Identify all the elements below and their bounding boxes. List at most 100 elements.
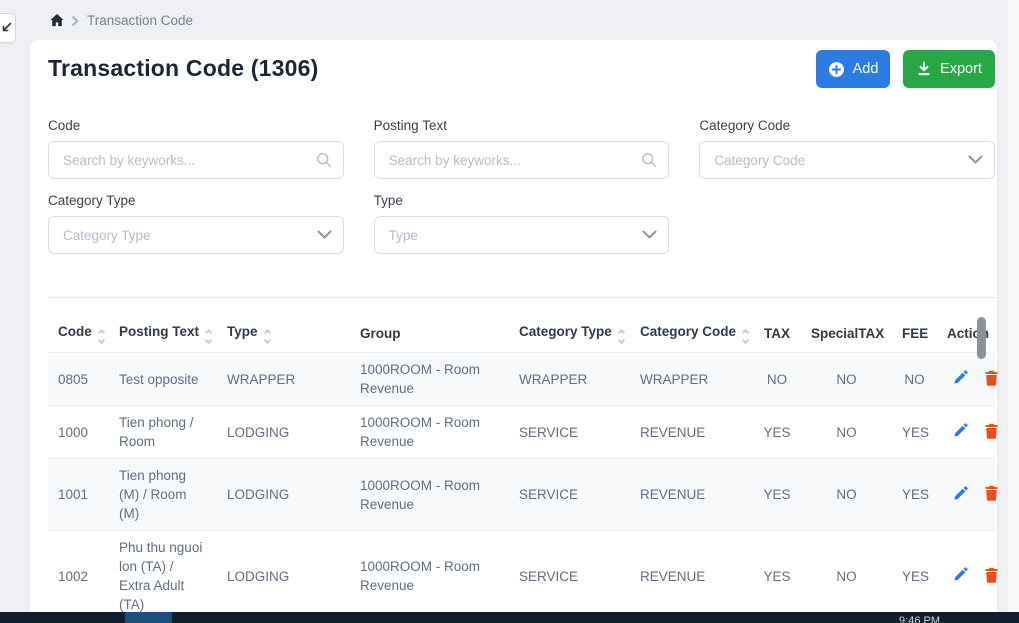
add-button[interactable]: Add — [816, 50, 890, 88]
cell-posting-text: Phu thu nguoi lon (TA) / Extra Adult (TA… — [109, 531, 217, 622]
edit-icon — [953, 486, 968, 501]
column-header-type[interactable]: Type — [217, 315, 350, 353]
posting-text-filter-label: Posting Text — [374, 118, 670, 133]
cell-special-tax: NO — [801, 531, 892, 622]
edit-button[interactable] — [947, 423, 974, 441]
table-row: 1000 Tien phong / Room LODGING 1000ROOM … — [48, 406, 995, 459]
code-filter-label: Code — [48, 118, 344, 133]
sort-icon — [265, 330, 270, 343]
cell-code: 0805 — [48, 353, 109, 406]
type-select[interactable]: Type — [374, 216, 670, 254]
edit-icon — [953, 567, 968, 582]
cell-category-code: REVENUE — [630, 531, 753, 622]
type-filter-label: Type — [374, 193, 670, 208]
column-header-tax: TAX — [753, 315, 801, 353]
cell-category-code: WRAPPER — [630, 353, 753, 406]
column-header-code[interactable]: Code — [48, 315, 109, 353]
edit-icon — [953, 370, 968, 385]
plus-icon — [828, 61, 845, 78]
search-icon — [641, 152, 657, 168]
trash-icon — [984, 485, 999, 501]
edit-button[interactable] — [947, 486, 974, 504]
category-type-select-value: Category Type — [63, 228, 151, 243]
table-scrollbar-thumb[interactable] — [977, 317, 986, 359]
taskbar: 9:46 PM — [0, 612, 1019, 623]
cell-fee: YES — [892, 459, 937, 531]
section-divider — [48, 297, 995, 298]
cell-posting-text: Test opposite — [109, 353, 217, 406]
cell-category-type: SERVICE — [509, 406, 630, 459]
taskbar-clock: 9:46 PM — [899, 615, 940, 623]
cell-category-type: WRAPPER — [509, 353, 630, 406]
cell-type: LODGING — [217, 459, 350, 531]
edit-button[interactable] — [947, 567, 974, 585]
chevron-right-icon — [72, 16, 79, 26]
table-header-row: Code Posting Text Type Group Category Ty… — [48, 315, 995, 353]
category-type-filter-label: Category Type — [48, 193, 344, 208]
search-icon — [316, 152, 332, 168]
cell-category-type: SERVICE — [509, 459, 630, 531]
edit-icon — [953, 423, 968, 438]
cell-posting-text: Tien phong / Room — [109, 406, 217, 459]
trash-icon — [984, 567, 999, 583]
cell-code: 1001 — [48, 459, 109, 531]
cell-tax: YES — [753, 406, 801, 459]
column-header-action: Action — [937, 315, 995, 353]
chevron-down-icon — [968, 155, 983, 165]
trash-icon — [984, 370, 999, 386]
edit-button[interactable] — [947, 370, 974, 388]
type-select-value: Type — [389, 228, 418, 243]
cell-group: 1000ROOM - Room Revenue — [350, 353, 509, 406]
cell-tax: YES — [753, 531, 801, 622]
posting-text-search-input[interactable] — [374, 141, 670, 179]
chevron-down-icon — [642, 230, 657, 240]
add-button-label: Add — [853, 61, 879, 77]
sort-icon — [743, 330, 748, 343]
table-row: 1002 Phu thu nguoi lon (TA) / Extra Adul… — [48, 531, 995, 622]
category-code-select[interactable]: Category Code — [699, 141, 995, 179]
cell-type: LODGING — [217, 531, 350, 622]
export-button[interactable]: Export — [903, 50, 995, 88]
cell-fee: YES — [892, 406, 937, 459]
home-icon[interactable] — [50, 14, 64, 27]
cell-code: 1000 — [48, 406, 109, 459]
cell-tax: YES — [753, 459, 801, 531]
column-header-group: Group — [350, 315, 509, 353]
column-header-fee: FEE — [892, 315, 937, 353]
cell-special-tax: NO — [801, 353, 892, 406]
breadcrumb-item-transaction-code[interactable]: Transaction Code — [87, 13, 193, 28]
delete-button[interactable] — [978, 370, 1005, 389]
cell-action — [937, 406, 995, 459]
cell-group: 1000ROOM - Room Revenue — [350, 459, 509, 531]
cell-fee: YES — [892, 531, 937, 622]
filter-bar: Code Posting Text Category Code Catego — [48, 118, 995, 254]
column-header-specialtax: SpecialTAX — [801, 315, 892, 353]
delete-button[interactable] — [978, 423, 1005, 442]
collapse-arrow-icon — [0, 22, 12, 34]
page-scrollbar[interactable] — [1007, 0, 1019, 612]
cell-special-tax: NO — [801, 459, 892, 531]
taskbar-active-app[interactable] — [125, 612, 172, 623]
column-header-posting-text[interactable]: Posting Text — [109, 315, 217, 353]
column-header-category-type[interactable]: Category Type — [509, 315, 630, 353]
cell-action — [937, 353, 995, 406]
column-header-category-code[interactable]: Category Code — [630, 315, 753, 353]
cell-tax: NO — [753, 353, 801, 406]
delete-button[interactable] — [978, 485, 1005, 504]
chevron-down-icon — [317, 230, 332, 240]
cell-category-code: REVENUE — [630, 459, 753, 531]
sort-icon — [99, 330, 104, 343]
sort-icon — [206, 330, 211, 343]
cell-code: 1002 — [48, 531, 109, 622]
category-type-select[interactable]: Category Type — [48, 216, 344, 254]
sidebar-collapse-toggle[interactable] — [0, 13, 16, 43]
cell-fee: NO — [892, 353, 937, 406]
category-code-select-value: Category Code — [714, 153, 805, 168]
cell-category-code: REVENUE — [630, 406, 753, 459]
cell-posting-text: Tien phong (M) / Room (M) — [109, 459, 217, 531]
main-card: Transaction Code (1306) Add Export Code — [30, 40, 997, 623]
code-search-input[interactable] — [48, 141, 344, 179]
cell-action — [937, 531, 995, 622]
delete-button[interactable] — [978, 567, 1005, 586]
cell-category-type: SERVICE — [509, 531, 630, 622]
